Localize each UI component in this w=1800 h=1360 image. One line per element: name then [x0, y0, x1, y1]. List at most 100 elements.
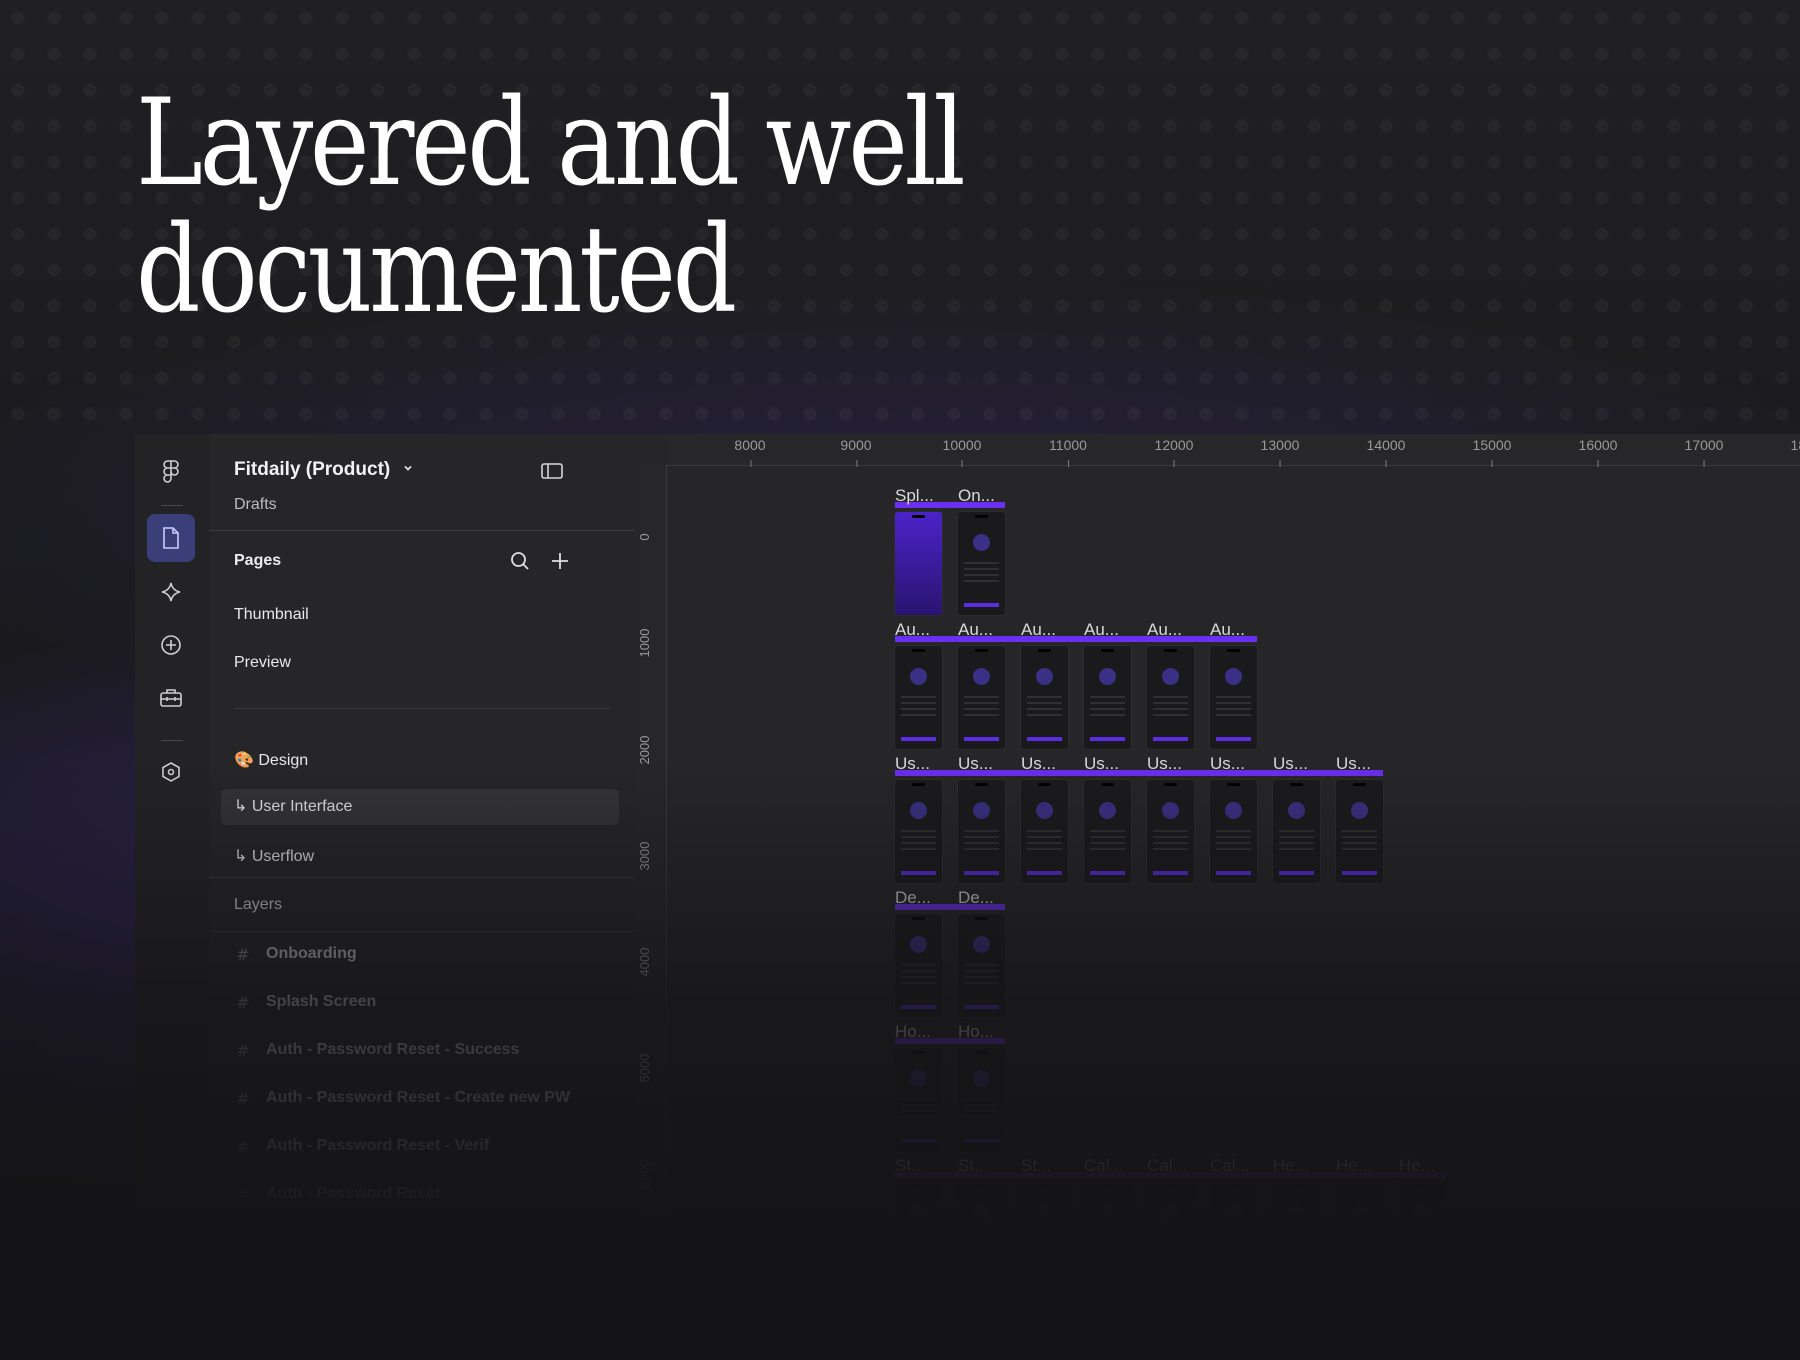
chevron-down-icon[interactable] — [402, 461, 414, 479]
frame-avatar — [1099, 1204, 1116, 1221]
sidebar-toggle-icon[interactable] — [539, 458, 565, 484]
frame-thumbnail[interactable] — [1210, 780, 1257, 883]
frame-label[interactable]: Ho... — [895, 1022, 931, 1042]
frame-thumbnail[interactable] — [1210, 1182, 1257, 1285]
headline-line-1: Layered and well — [136, 74, 966, 213]
frame-label[interactable]: Ho... — [958, 1022, 994, 1042]
frame-label[interactable]: Us... — [1147, 754, 1182, 774]
layer-item[interactable]: # Auth - Sign Up — [234, 1230, 377, 1254]
frame-label[interactable]: Us... — [1273, 754, 1308, 774]
frame-thumbnail[interactable] — [1210, 646, 1257, 749]
frame-label[interactable]: He... — [1273, 1156, 1309, 1176]
frame-thumbnail[interactable] — [1147, 780, 1194, 883]
frame-thumbnail[interactable] — [1399, 1182, 1446, 1285]
frame-thumbnail[interactable] — [958, 914, 1005, 1017]
file-icon[interactable] — [147, 514, 195, 562]
frame-label[interactable]: Cal... — [1084, 1156, 1124, 1176]
frame-label[interactable]: Us... — [958, 754, 993, 774]
frame-label[interactable]: Spl... — [895, 486, 934, 506]
frame-thumbnail[interactable] — [1021, 646, 1068, 749]
frame-notch — [1164, 649, 1177, 652]
frame-thumbnail[interactable] — [958, 1048, 1005, 1151]
plugin-icon[interactable] — [147, 748, 195, 796]
frame-label[interactable]: Us... — [1210, 754, 1245, 774]
frame-label[interactable]: He... — [1336, 1156, 1372, 1176]
frame-notch — [912, 783, 925, 786]
frame-thumbnail[interactable] — [1147, 646, 1194, 749]
frame-avatar — [1162, 1204, 1179, 1221]
frame-label[interactable]: Us... — [1336, 754, 1371, 774]
frame-label[interactable]: De... — [958, 888, 994, 908]
frame-label[interactable]: St... — [1021, 1156, 1051, 1176]
frame-label[interactable]: De... — [895, 888, 931, 908]
frame-thumbnail[interactable] — [1084, 1182, 1131, 1285]
frame-thumbnail[interactable] — [895, 512, 942, 615]
frame-thumbnail[interactable] — [895, 780, 942, 883]
frame-thumbnail[interactable] — [1273, 1182, 1320, 1285]
frame-label[interactable]: St... — [958, 1156, 988, 1176]
frame-thumbnail[interactable] — [1336, 1182, 1383, 1285]
frame-notch — [1227, 783, 1240, 786]
page-preview[interactable]: Preview — [234, 654, 291, 672]
layer-item[interactable]: # Auth - Password Reset - Verif — [234, 1134, 489, 1158]
add-page-icon[interactable] — [547, 548, 573, 574]
layer-item[interactable]: # Splash Screen — [234, 990, 376, 1014]
frame-label[interactable]: On... — [958, 486, 995, 506]
search-icon[interactable] — [507, 548, 533, 574]
frame-btn — [901, 1139, 936, 1143]
frame-label[interactable]: Us... — [895, 754, 930, 774]
frame-label[interactable]: Us... — [1084, 754, 1119, 774]
frame-notch — [975, 1051, 988, 1054]
frame-thumbnail[interactable] — [1147, 1182, 1194, 1285]
frame-thumbnail[interactable] — [958, 512, 1005, 615]
frame-thumbnail[interactable] — [1021, 780, 1068, 883]
frame-lines — [1279, 1232, 1314, 1256]
page-design[interactable]: 🎨 Design — [234, 750, 308, 770]
toolbox-icon[interactable] — [147, 674, 195, 722]
frame-label[interactable]: Au... — [1084, 620, 1119, 640]
frame-thumbnail[interactable] — [1273, 780, 1320, 883]
component-icon[interactable] — [147, 568, 195, 616]
frame-label[interactable]: Au... — [1147, 620, 1182, 640]
headline: Layered and well documented — [136, 74, 966, 334]
layer-item[interactable]: # Auth - Sign In — [234, 1278, 370, 1302]
frame-btn — [1027, 737, 1062, 741]
page-user-interface[interactable]: ↳ User Interface — [221, 789, 619, 825]
frame-thumbnail[interactable] — [1084, 780, 1131, 883]
layer-item[interactable]: # Auth - Password Reset - Success — [234, 1038, 519, 1062]
frame-thumbnail[interactable] — [895, 914, 942, 1017]
frame-label[interactable]: Cal... — [1147, 1156, 1187, 1176]
frame-label[interactable]: He... — [1399, 1156, 1435, 1176]
page-userflow[interactable]: ↳ Userflow — [234, 846, 314, 866]
plus-circle-icon[interactable] — [147, 621, 195, 669]
page-thumbnail[interactable]: Thumbnail — [234, 606, 309, 624]
frame-label[interactable]: Au... — [895, 620, 930, 640]
frame-thumbnail[interactable] — [895, 1182, 942, 1285]
section-bar[interactable] — [895, 632, 1257, 646]
frame-lines — [1216, 830, 1251, 854]
frame-label[interactable]: Us... — [1021, 754, 1056, 774]
frame-label[interactable]: Cal... — [1210, 1156, 1250, 1176]
frame-thumbnail[interactable] — [1336, 780, 1383, 883]
frame-label[interactable]: Au... — [958, 620, 993, 640]
frame-btn — [1027, 1273, 1062, 1277]
figma-logo-icon[interactable] — [147, 448, 195, 496]
file-title[interactable]: Fitdaily (Product) — [234, 459, 390, 481]
frame-thumbnail[interactable] — [895, 646, 942, 749]
frame-thumbnail[interactable] — [1084, 646, 1131, 749]
frame-thumbnail[interactable] — [1021, 1182, 1068, 1285]
frame-label[interactable]: Au... — [1021, 620, 1056, 640]
frame-label[interactable]: Au... — [1210, 620, 1245, 640]
frame-thumbnail[interactable] — [958, 646, 1005, 749]
frame-label[interactable]: St... — [895, 1156, 925, 1176]
canvas[interactable]: 8000 9000 10000 11000 12000 13000 14000 … — [635, 434, 1800, 1360]
frame-thumbnail[interactable] — [895, 1048, 942, 1151]
drafts-link[interactable]: Drafts — [234, 496, 277, 514]
layer-item[interactable]: # Onboarding — [234, 942, 356, 966]
frame-btn — [1153, 737, 1188, 741]
layer-item[interactable]: # Auth - Password Reset — [234, 1182, 440, 1206]
ruler-tick: 16000 — [1578, 437, 1618, 467]
layer-item[interactable]: # Auth - Password Reset - Create new PW — [234, 1086, 570, 1110]
frame-thumbnail[interactable] — [958, 780, 1005, 883]
frame-thumbnail[interactable] — [958, 1182, 1005, 1285]
